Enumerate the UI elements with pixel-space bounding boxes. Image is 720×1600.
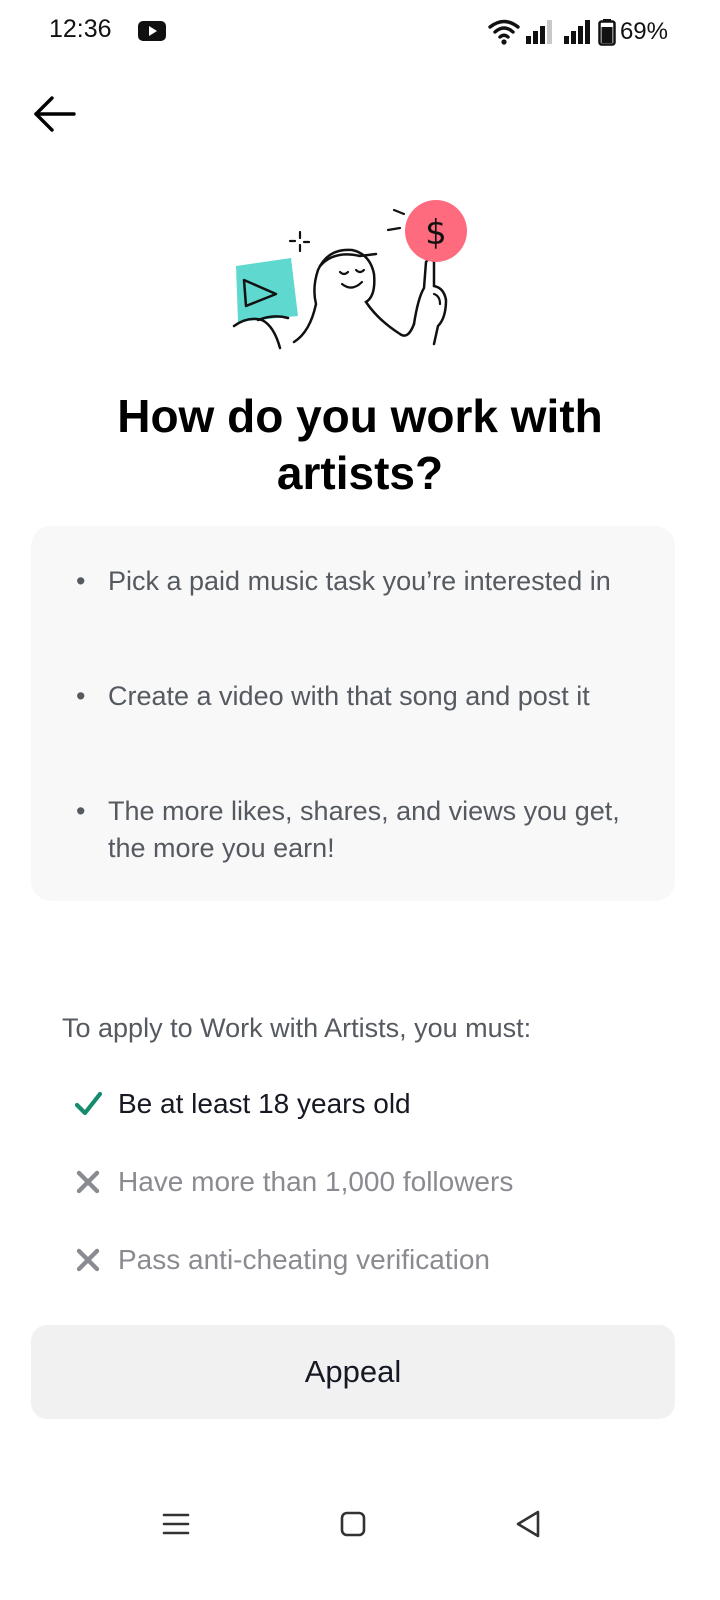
menu-icon — [162, 1513, 190, 1535]
requirement-label: Pass anti-cheating verification — [118, 1244, 490, 1275]
requirement-label: Have more than 1,000 followers — [118, 1166, 514, 1197]
requirements-heading: To apply to Work with Artists, you must: — [62, 1013, 532, 1043]
checkmark-icon — [68, 1084, 108, 1124]
recents-button[interactable] — [156, 1504, 196, 1544]
bullet-dot: • — [76, 681, 86, 711]
system-nav-bar — [0, 1490, 720, 1554]
signal-icon — [525, 20, 552, 44]
work-with-artists-illustration: $ — [228, 192, 478, 356]
requirement-item: Pass anti-cheating verification — [68, 1240, 490, 1280]
bullet-text: The more likes, shares, and views you ge… — [108, 796, 620, 863]
info-bullet: • Create a video with that song and post… — [76, 678, 636, 715]
status-time: 12:36 — [49, 15, 112, 43]
dollar-sign: $ — [425, 213, 447, 253]
wifi-icon — [488, 19, 520, 45]
requirement-item: Have more than 1,000 followers — [68, 1162, 513, 1202]
bullet-text: Create a video with that song and post i… — [108, 681, 590, 711]
youtube-icon — [138, 21, 166, 41]
battery-icon — [598, 19, 616, 46]
page-title: How do you work with artists? — [117, 390, 603, 499]
nav-back-button[interactable] — [508, 1504, 548, 1544]
back-icon — [516, 1510, 540, 1538]
info-bullet: • The more likes, shares, and views you … — [76, 793, 636, 867]
back-button[interactable] — [28, 92, 82, 136]
bullet-dot: • — [76, 566, 86, 596]
info-bullet: • Pick a paid music task you’re interest… — [76, 563, 636, 600]
bullet-text: Pick a paid music task you’re interested… — [108, 566, 611, 596]
back-arrow-icon — [34, 96, 76, 132]
bullet-dot: • — [76, 796, 86, 826]
appeal-button[interactable]: Appeal — [31, 1325, 675, 1419]
home-button[interactable] — [333, 1504, 373, 1544]
status-bar: 12:36 69% — [0, 0, 720, 64]
battery-percent: 69% — [619, 18, 668, 45]
signal-icon — [563, 20, 590, 44]
cross-icon — [68, 1162, 108, 1202]
requirement-label: Be at least 18 years old — [118, 1088, 411, 1119]
requirement-item: Be at least 18 years old — [68, 1084, 411, 1124]
creator-illustration: $ — [232, 200, 467, 350]
home-icon — [340, 1511, 366, 1537]
cross-icon — [68, 1240, 108, 1280]
status-icons: 69% — [488, 16, 668, 48]
